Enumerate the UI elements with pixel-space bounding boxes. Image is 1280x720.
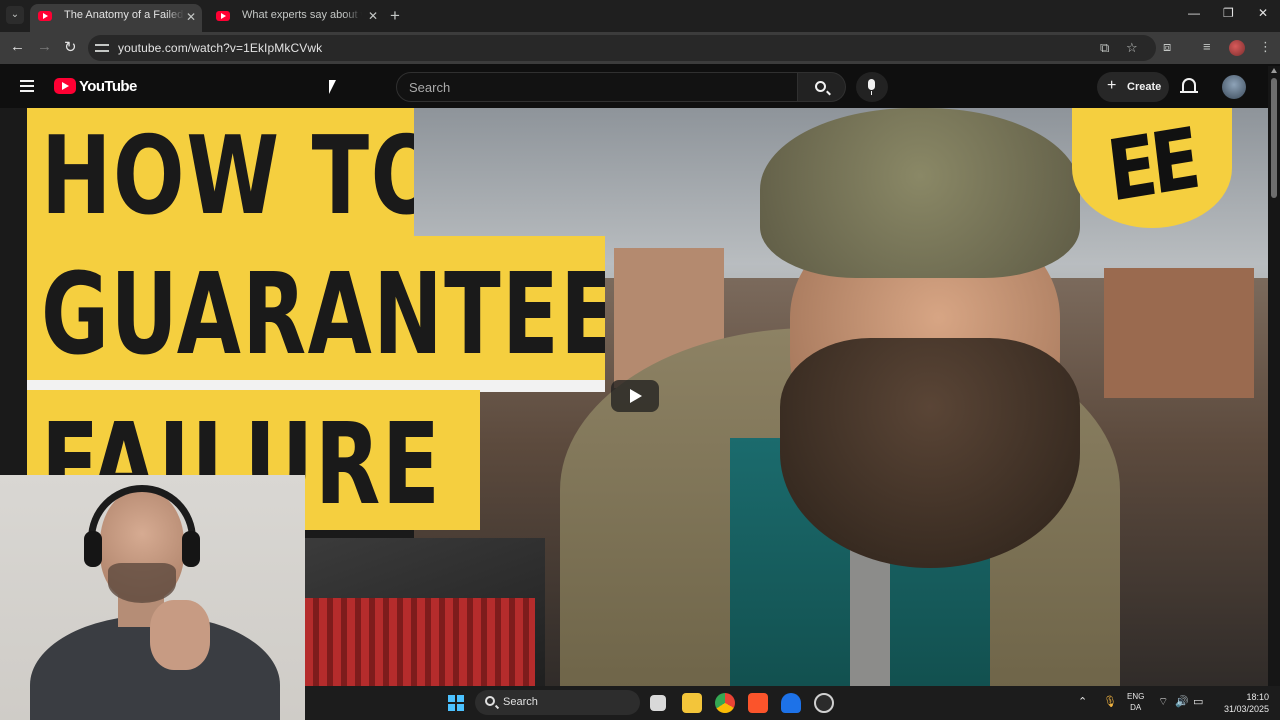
new-tab-icon[interactable]: + [390,6,400,26]
search-icon [815,81,826,92]
search-box[interactable] [396,72,798,102]
keyboard-layout: DA [1130,703,1142,712]
taskbar-search[interactable]: Search [475,690,640,715]
account-avatar[interactable] [1222,75,1246,99]
mouse-cursor-icon [329,80,336,94]
thumbnail-headline-line-1: HOW TO [27,108,414,242]
taskbar-search-label: Search [503,696,538,708]
language-code: ENG [1127,692,1145,701]
youtube-favicon-icon [38,11,52,21]
tab-close-icon[interactable]: ✕ [186,10,196,24]
tab-title: What experts say about who ha [242,9,362,21]
thumbnail-channel-badge: EE [1072,108,1232,228]
badge-text: EE [1102,109,1201,221]
brave-icon[interactable] [748,693,768,713]
install-app-icon[interactable]: ⧉ [1100,40,1109,56]
media-queue-icon[interactable]: ≡ [1203,39,1211,54]
create-button[interactable]: + Create [1097,72,1169,102]
menu-dots-icon[interactable]: ⋮ [1259,39,1272,55]
windows-start-icon[interactable] [448,695,464,711]
minimize-icon[interactable]: — [1188,6,1200,20]
notifications-bell-icon[interactable] [1180,78,1198,93]
extensions-icon[interactable]: ⧈ [1163,39,1171,55]
bookmark-star-icon[interactable]: ☆ [1126,40,1138,56]
profile-avatar-icon[interactable] [1229,40,1245,56]
file-explorer-icon[interactable] [682,693,702,713]
microphone-in-use-icon[interactable]: 🎙 [1103,695,1117,708]
create-label: Create [1127,81,1162,93]
app-icon[interactable] [781,693,801,713]
thumbnail-headline-line-2: GUARANTEE [27,236,605,386]
wifi-icon[interactable]: ⌔ [1158,695,1168,709]
language-indicator[interactable]: ENG DA [1127,691,1144,713]
app-icon[interactable] [814,693,834,713]
clock-date: 31/03/2025 [1223,704,1269,714]
show-hidden-icons-icon[interactable]: ⌃ [1078,695,1087,708]
youtube-wordmark[interactable]: YouTube [79,78,137,95]
search-button[interactable] [798,72,846,102]
window-close-icon[interactable]: ✕ [1258,6,1268,20]
site-info-icon[interactable] [95,41,109,55]
windows-taskbar: Search ⌃ 🎙 ENG DA ⌔ 🔊 ▭ 18:10 31/03/2025 [305,686,1280,720]
youtube-favicon-icon [216,11,230,21]
browser-toolbar: ← → ↻ youtube.com/watch?v=1EkIpMkCVwk ⧉ … [0,32,1280,64]
tab-close-icon[interactable]: ✕ [368,9,378,23]
url-text[interactable]: youtube.com/watch?v=1EkIpMkCVwk [118,41,322,55]
battery-icon[interactable]: ▭ [1193,695,1203,708]
restore-icon[interactable]: ❐ [1223,6,1234,20]
back-icon[interactable]: ← [10,38,25,55]
page-scrollbar[interactable] [1268,66,1280,686]
play-button-icon[interactable] [611,380,659,412]
browser-tab-inactive[interactable]: What experts say about who ha ✕ [208,4,384,28]
voice-search-button[interactable] [856,72,888,102]
system-clock[interactable]: 18:10 31/03/2025 [1217,691,1269,715]
clock-time: 18:10 [1246,692,1269,702]
search-input[interactable] [409,78,779,96]
scrollbar-thumb[interactable] [1271,78,1277,198]
thumbnail-shopping-cart [305,598,535,686]
volume-icon[interactable]: 🔊 [1175,695,1189,708]
headphones-icon [88,485,196,565]
forward-icon[interactable]: → [37,38,52,55]
address-bar[interactable]: youtube.com/watch?v=1EkIpMkCVwk ⧉ ☆ [88,35,1156,61]
browser-tab-strip: ⌄ The Anatomy of a Failed Econo ✕ What e… [0,0,1280,32]
plus-icon: + [1107,77,1117,94]
guide-menu-icon[interactable] [20,80,34,92]
microphone-icon [868,79,875,95]
browser-tab-active[interactable]: The Anatomy of a Failed Econo ✕ [30,4,202,32]
youtube-masthead: YouTube + Create [0,66,1268,108]
webcam-overlay [0,475,305,720]
task-view-icon[interactable] [650,695,666,711]
reload-icon[interactable]: ↻ [64,38,77,56]
search-icon [485,696,495,706]
youtube-logo-icon[interactable] [54,78,76,94]
scroll-up-arrow-icon[interactable] [1271,68,1277,73]
tab-title: The Anatomy of a Failed Econo [64,9,184,21]
chrome-icon[interactable] [715,693,735,713]
tab-search-chevron-icon[interactable]: ⌄ [6,6,24,24]
